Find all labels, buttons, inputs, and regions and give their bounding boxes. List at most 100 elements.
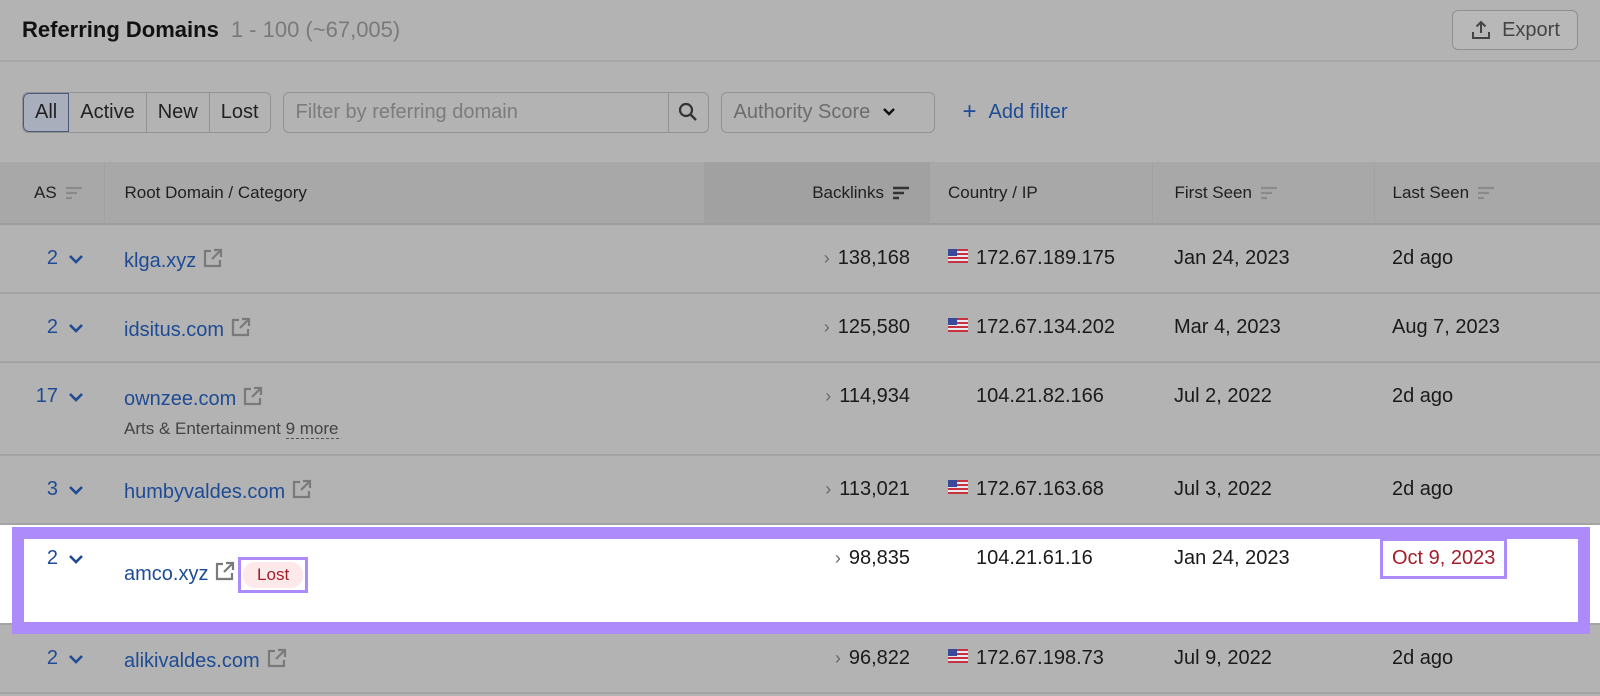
more-categories-link[interactable]: 9 more — [285, 419, 339, 439]
search-icon — [678, 102, 697, 121]
table-row: 17 ownzee.com Arts & Entertainment 9 mor… — [0, 362, 1600, 456]
column-header-country-ip: Country / IP — [930, 162, 1153, 225]
authority-score-dropdown[interactable]: Authority Score — [720, 91, 935, 133]
chevron-right-icon[interactable]: › — [824, 317, 830, 337]
lost-badge-label: Lost — [243, 562, 304, 588]
ip-address: 172.67.189.175 — [976, 247, 1116, 269]
last-seen: 2d ago — [1392, 247, 1454, 269]
chevron-right-icon[interactable]: › — [825, 386, 831, 406]
ip-address: 172.67.163.68 — [976, 478, 1104, 500]
column-label: First Seen — [1174, 182, 1252, 202]
add-filter-button[interactable]: + Add filter — [963, 98, 1068, 126]
external-link-icon[interactable] — [202, 247, 224, 269]
external-link-icon[interactable] — [291, 478, 313, 500]
category-label: Arts & Entertainment — [124, 419, 281, 438]
us-flag-icon — [948, 249, 968, 263]
column-header-backlinks[interactable]: Backlinks — [704, 162, 930, 225]
domain-link[interactable]: idsitus.com — [124, 319, 224, 341]
column-header-as[interactable]: AS — [0, 162, 105, 225]
external-link-icon[interactable] — [230, 316, 252, 338]
backlinks-count[interactable]: 98,835 — [849, 547, 910, 569]
authority-score: 2 — [46, 247, 58, 269]
us-flag-icon — [948, 480, 968, 494]
backlinks-count[interactable]: 125,580 — [838, 316, 910, 338]
expand-chevron-icon[interactable] — [68, 654, 84, 664]
plus-icon: + — [962, 98, 977, 125]
backlinks-count[interactable]: 138,168 — [838, 247, 910, 269]
domain-search — [282, 91, 709, 133]
last-seen: 2d ago — [1392, 647, 1454, 669]
page-header: Referring Domains 1 - 100 (~67,005) Expo… — [0, 0, 1600, 62]
external-link-icon[interactable] — [214, 560, 236, 582]
chevron-right-icon[interactable]: › — [825, 479, 831, 499]
domain-link[interactable]: klga.xyz — [124, 250, 196, 272]
us-flag-icon — [948, 649, 968, 663]
first-seen: Mar 4, 2023 — [1152, 293, 1374, 363]
ip-address: 104.21.61.16 — [976, 547, 1093, 569]
expand-chevron-icon[interactable] — [68, 392, 84, 402]
result-count: 1 - 100 (~67,005) — [230, 17, 401, 42]
export-button[interactable]: Export — [1452, 10, 1578, 50]
last-seen: Aug 7, 2023 — [1392, 316, 1500, 338]
expand-chevron-icon[interactable] — [68, 323, 84, 333]
add-filter-label: Add filter — [988, 100, 1068, 123]
category: Arts & Entertainment 9 more — [124, 419, 704, 439]
column-header-last-seen[interactable]: Last Seen — [1374, 162, 1600, 225]
last-seen: 2d ago — [1392, 385, 1454, 407]
referring-domains-table: AS Root Domain / Category Backlinks Coun… — [0, 162, 1600, 694]
sort-icon — [893, 186, 909, 200]
search-button[interactable] — [667, 92, 708, 132]
authority-score: 2 — [46, 316, 58, 338]
expand-chevron-icon[interactable] — [68, 554, 84, 564]
authority-score: 2 — [46, 647, 58, 669]
tab-new[interactable]: New — [147, 92, 210, 132]
expand-chevron-icon[interactable] — [68, 485, 84, 495]
chevron-right-icon[interactable]: › — [824, 248, 830, 268]
tab-lost[interactable]: Lost — [210, 93, 270, 132]
chevron-down-icon — [883, 108, 896, 116]
column-label: Last Seen — [1392, 182, 1470, 202]
last-seen: 2d ago — [1392, 478, 1454, 500]
tab-all[interactable]: All — [23, 92, 70, 132]
external-link-icon[interactable] — [242, 385, 264, 407]
lost-badge: Lost — [238, 557, 309, 593]
last-seen: Oct 9, 2023 — [1380, 538, 1508, 579]
tab-active[interactable]: Active — [69, 92, 147, 132]
table-row: 2 alikivaldes.com › 96,822 172.67.198.73 … — [0, 624, 1600, 694]
column-header-first-seen[interactable]: First Seen — [1152, 162, 1375, 225]
authority-score: 2 — [46, 547, 58, 569]
domain-link[interactable]: amco.xyz — [124, 563, 208, 585]
column-header-domain: Root Domain / Category — [104, 162, 704, 225]
column-label: Backlinks — [812, 182, 884, 202]
domain-link[interactable]: ownzee.com — [124, 388, 236, 410]
status-segmented-control: All Active New Lost — [22, 91, 271, 133]
ip-address: 172.67.134.202 — [976, 316, 1116, 338]
chevron-right-icon[interactable]: › — [835, 648, 841, 668]
first-seen: Jan 24, 2023 — [1152, 524, 1374, 625]
expand-chevron-icon[interactable] — [68, 254, 84, 264]
authority-score: 17 — [35, 385, 58, 407]
upload-icon — [1472, 20, 1491, 39]
column-label: AS — [34, 182, 57, 202]
authority-score: 3 — [46, 478, 58, 500]
table-row: 2 klga.xyz › 138,168 172.67.189.175 Jan 2… — [0, 224, 1600, 294]
external-link-icon[interactable] — [266, 647, 288, 669]
domain-link[interactable]: alikivaldes.com — [124, 650, 260, 672]
ip-address: 172.67.198.73 — [976, 647, 1104, 669]
backlinks-count[interactable]: 113,021 — [839, 478, 910, 500]
table-row: 3 humbyvaldes.com › 113,021 172.67.163.68… — [0, 455, 1600, 525]
first-seen: Jan 24, 2023 — [1152, 224, 1374, 294]
domain-search-input[interactable] — [283, 92, 668, 132]
sort-icon — [1260, 186, 1277, 200]
page-title: Referring Domains — [22, 17, 219, 42]
sort-icon — [65, 186, 82, 200]
ip-address: 104.21.82.166 — [976, 385, 1104, 407]
backlinks-count[interactable]: 114,934 — [839, 385, 910, 407]
chevron-right-icon[interactable]: › — [835, 548, 841, 568]
backlinks-count[interactable]: 96,822 — [849, 647, 910, 669]
export-label: Export — [1502, 18, 1560, 41]
filter-bar: All Active New Lost Authority Score + Ad… — [0, 62, 1600, 162]
table-row: 2 amco.xyz Lost › 98,835 104.21.61.16 Jan… — [0, 524, 1600, 625]
domain-link[interactable]: humbyvaldes.com — [124, 481, 285, 503]
first-seen: Jul 2, 2022 — [1152, 362, 1374, 456]
